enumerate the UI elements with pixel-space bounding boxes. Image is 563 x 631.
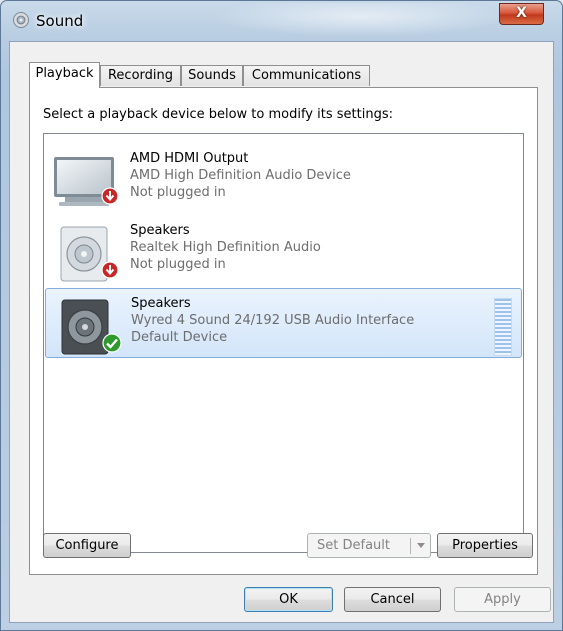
cancel-button[interactable]: Cancel <box>344 587 441 612</box>
close-button[interactable]: X <box>499 3 544 25</box>
tab-sounds[interactable]: Sounds <box>181 65 243 86</box>
device-item-speakers-wyred[interactable]: Speakers Wyred 4 Sound 24/192 USB Audio … <box>45 288 522 358</box>
device-name: AMD HDMI Output <box>130 151 249 166</box>
split-separator <box>410 538 411 554</box>
properties-button[interactable]: Properties <box>437 533 533 558</box>
playback-panel: Select a playback device below to modify… <box>29 87 538 575</box>
sound-dialog: Sound X Playback Recording Sounds Commun… <box>0 0 563 631</box>
title-bar[interactable]: Sound X <box>1 1 562 41</box>
not-plugged-in-icon <box>101 187 119 205</box>
device-name: Speakers <box>130 223 190 238</box>
close-icon: X <box>516 5 527 21</box>
default-device-check-icon <box>102 333 122 353</box>
device-status: Default Device <box>131 330 228 345</box>
chevron-down-icon <box>417 543 425 548</box>
device-item-amd-hdmi-output[interactable]: AMD HDMI Output AMD High Definition Audi… <box>45 144 522 214</box>
tab-communications[interactable]: Communications <box>243 65 370 86</box>
device-status: Not plugged in <box>130 257 226 272</box>
device-description: Wyred 4 Sound 24/192 USB Audio Interface <box>131 313 415 328</box>
instruction-text: Select a playback device below to modify… <box>43 107 393 122</box>
device-name: Speakers <box>131 296 191 311</box>
not-plugged-in-icon <box>101 261 119 279</box>
window-title: Sound <box>36 12 84 30</box>
volume-level-meter <box>494 298 512 356</box>
device-status: Not plugged in <box>130 185 226 200</box>
device-description: AMD High Definition Audio Device <box>130 168 351 183</box>
dialog-body: Playback Recording Sounds Communications… <box>9 41 554 623</box>
ok-button[interactable]: OK <box>244 587 333 612</box>
tab-recording[interactable]: Recording <box>100 65 181 86</box>
apply-button: Apply <box>454 587 551 612</box>
device-list[interactable]: AMD HDMI Output AMD High Definition Audi… <box>43 133 524 553</box>
tab-playback[interactable]: Playback <box>29 62 100 88</box>
device-description: Realtek High Definition Audio <box>130 240 321 255</box>
device-item-speakers-realtek[interactable]: Speakers Realtek High Definition Audio N… <box>45 216 522 286</box>
configure-button[interactable]: Configure <box>43 533 131 558</box>
sound-app-icon <box>13 12 29 28</box>
set-default-label: Set Default <box>317 538 390 553</box>
title-bar-glow <box>211 3 511 37</box>
set-default-split-button: Set Default <box>307 533 431 558</box>
